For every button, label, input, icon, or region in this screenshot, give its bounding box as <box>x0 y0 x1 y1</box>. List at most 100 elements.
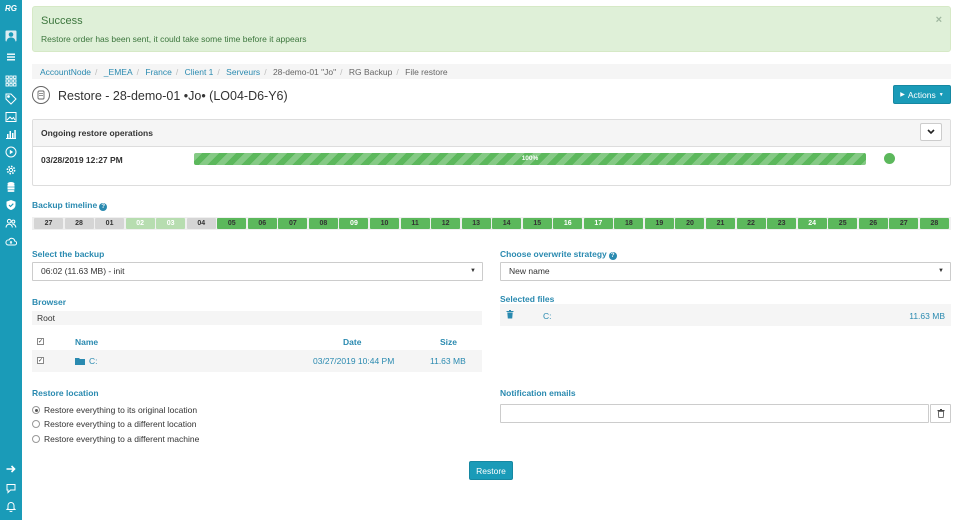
notification-email-input[interactable] <box>500 404 929 423</box>
database-icon <box>32 86 50 104</box>
alert-title: Success <box>41 15 83 27</box>
row-checkbox[interactable]: ✓ <box>37 357 44 364</box>
success-alert: Success Restore order has been sent, it … <box>32 6 951 52</box>
file-date: 03/27/2019 10:44 PM <box>313 356 395 366</box>
timeline-day[interactable]: 02 <box>125 218 155 229</box>
image-icon[interactable] <box>4 110 18 124</box>
timeline-day[interactable]: 12 <box>431 218 461 229</box>
restore-location-label: Restore location <box>32 388 99 398</box>
radio-button[interactable] <box>32 420 40 428</box>
selected-file-size: 11.63 MB <box>909 311 945 321</box>
column-name[interactable]: Name <box>75 337 98 347</box>
timeline-day[interactable]: 14 <box>492 218 522 229</box>
timeline-day[interactable]: 08 <box>308 218 338 229</box>
breadcrumb-link[interactable]: Serveurs <box>226 67 260 77</box>
alert-message: Restore order has been sent, it could ta… <box>41 34 307 44</box>
caret-down-icon: ▼ <box>938 268 944 274</box>
user-avatar-icon[interactable] <box>4 29 18 43</box>
select-all-checkbox[interactable]: ✓ <box>37 338 44 345</box>
timeline-day[interactable]: 22 <box>736 218 766 229</box>
clear-email-button[interactable] <box>930 404 951 423</box>
timeline-day[interactable]: 13 <box>461 218 491 229</box>
timeline-day[interactable]: 09 <box>339 218 369 229</box>
backup-timeline-label: Backup timeline? <box>32 200 108 211</box>
help-icon[interactable]: ? <box>99 203 108 211</box>
timeline-day[interactable]: 26 <box>858 218 888 229</box>
gear-icon[interactable] <box>4 163 18 177</box>
breadcrumb-current: File restore <box>405 67 448 77</box>
page-header: Restore - 28-demo-01 •Jo• (LO04-D6-Y6) ▶… <box>32 85 951 109</box>
trash-icon[interactable] <box>506 310 514 319</box>
timeline-day: 28 <box>64 218 94 229</box>
timeline-day[interactable]: 20 <box>675 218 705 229</box>
overwrite-strategy-label: Choose overwrite strategy? <box>500 249 617 260</box>
restore-option-different-location[interactable]: Restore everything to a different locati… <box>32 419 196 429</box>
close-icon[interactable]: × <box>936 14 942 26</box>
file-name[interactable]: C: <box>89 356 98 366</box>
timeline-day[interactable]: 03 <box>156 218 186 229</box>
breadcrumb-link[interactable]: Client 1 <box>185 67 214 77</box>
shield-icon[interactable] <box>4 198 18 212</box>
help-icon[interactable]: ? <box>608 252 617 260</box>
database-icon[interactable] <box>4 180 18 194</box>
cloud-icon[interactable] <box>4 234 18 248</box>
bell-icon[interactable] <box>4 499 18 513</box>
bar-chart-icon[interactable] <box>4 127 18 141</box>
timeline-day[interactable]: 19 <box>644 218 674 229</box>
timeline-day[interactable]: 27 <box>889 218 919 229</box>
restore-option-original[interactable]: Restore everything to its original locat… <box>32 405 197 415</box>
play-circle-icon[interactable] <box>4 145 18 159</box>
radio-button[interactable] <box>32 435 40 443</box>
rg-logo[interactable]: RG <box>2 4 20 16</box>
actions-button[interactable]: ▶ Actions ▼ <box>893 85 951 104</box>
restore-progress-bar: 100% <box>194 153 866 165</box>
sidebar: RG <box>0 0 22 520</box>
users-icon[interactable] <box>4 216 18 230</box>
timeline-day[interactable]: 10 <box>370 218 399 229</box>
overwrite-select-value: New name <box>509 266 550 276</box>
play-icon: ▶ <box>900 92 905 98</box>
backup-timeline: 27 28 01 02 03 04 05 06 07 08 09 10 11 12 13 14 15 16 17 18… <box>32 217 951 230</box>
breadcrumb-link[interactable]: AccountNode <box>40 67 91 77</box>
timeline-day[interactable]: 23 <box>767 218 797 229</box>
timeline-day[interactable]: 07 <box>278 218 308 229</box>
breadcrumb-item: RG Backup <box>348 67 393 77</box>
tag-icon[interactable] <box>4 92 18 106</box>
browser-root[interactable]: Root <box>32 311 482 325</box>
timeline-day[interactable]: 06 <box>247 218 277 229</box>
radio-button[interactable] <box>32 406 40 414</box>
breadcrumb-link[interactable]: _EMEA <box>104 67 133 77</box>
timeline-day[interactable]: 16 <box>553 218 583 229</box>
timeline-day: 01 <box>95 218 125 229</box>
timeline-day[interactable]: 21 <box>706 218 735 229</box>
timeline-day[interactable]: 11 <box>400 218 430 229</box>
chat-icon[interactable] <box>4 481 18 495</box>
main-content: Success Restore order has been sent, it … <box>22 0 960 520</box>
breadcrumb-link[interactable]: France <box>145 67 171 77</box>
arrow-right-icon[interactable] <box>4 462 18 476</box>
column-size[interactable]: Size <box>440 337 457 347</box>
backup-select[interactable]: 06:02 (11.63 MB) - init ▼ <box>32 262 483 281</box>
table-row[interactable]: ✓ C: 03/27/2019 10:44 PM 11.63 MB <box>32 350 482 372</box>
timeline-day[interactable]: 24 <box>797 218 827 229</box>
timeline-day[interactable]: 17 <box>583 218 613 229</box>
timeline-day[interactable]: 15 <box>522 218 552 229</box>
ongoing-panel-title: Ongoing restore operations <box>41 128 153 138</box>
chevron-down-icon <box>927 129 935 135</box>
backup-select-value: 06:02 (11.63 MB) - init <box>41 266 125 276</box>
apps-grid-icon[interactable] <box>4 74 18 88</box>
hamburger-menu-icon[interactable] <box>4 50 18 64</box>
restore-button[interactable]: Restore <box>469 461 513 480</box>
select-backup-label: Select the backup <box>32 249 105 259</box>
timeline-day[interactable]: 28 <box>919 218 949 229</box>
page-title: Restore - 28-demo-01 •Jo• (LO04-D6-Y6) <box>58 89 288 103</box>
collapse-toggle-button[interactable] <box>920 123 942 141</box>
selected-files-label: Selected files <box>500 294 555 304</box>
overwrite-strategy-select[interactable]: New name ▼ <box>500 262 951 281</box>
browser-label: Browser <box>32 297 67 307</box>
restore-option-different-machine[interactable]: Restore everything to a different machin… <box>32 434 199 444</box>
timeline-day[interactable]: 25 <box>828 218 858 229</box>
column-date[interactable]: Date <box>343 337 361 347</box>
timeline-day[interactable]: 18 <box>614 218 644 229</box>
timeline-day[interactable]: 05 <box>217 218 247 229</box>
